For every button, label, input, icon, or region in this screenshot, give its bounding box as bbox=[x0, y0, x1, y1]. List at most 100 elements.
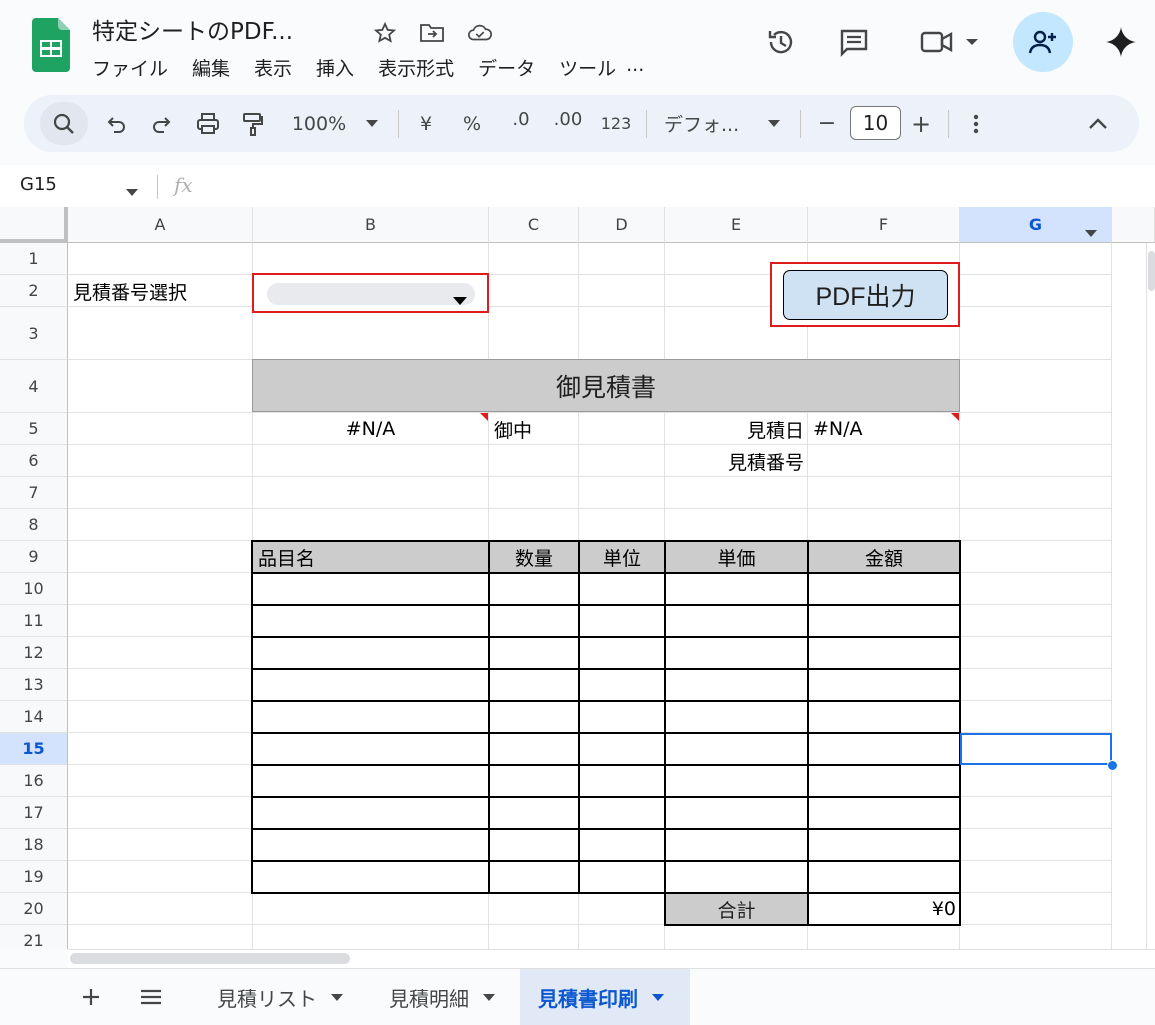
document-title[interactable]: 特定シートのPDF... bbox=[92, 12, 293, 46]
column-header-b[interactable]: B bbox=[253, 207, 489, 243]
font-dropdown-icon[interactable] bbox=[764, 95, 784, 152]
column-header-d[interactable]: D bbox=[579, 207, 665, 243]
row-header-15[interactable]: 15 bbox=[0, 733, 68, 765]
sheet-tab-estimate-list[interactable]: 見積リスト bbox=[202, 969, 370, 1025]
row-header-3[interactable]: 3 bbox=[0, 307, 68, 360]
row-header-8[interactable]: 8 bbox=[0, 509, 68, 541]
fx-icon: fx bbox=[174, 173, 193, 197]
decrease-decimal[interactable]: .0 bbox=[506, 95, 536, 152]
menu-data[interactable]: データ bbox=[478, 54, 535, 81]
all-sheets-icon[interactable] bbox=[138, 969, 164, 1025]
header-item-name: 品目名 bbox=[258, 547, 316, 570]
name-box[interactable]: G15 bbox=[20, 174, 57, 195]
font-size-decrease[interactable]: − bbox=[814, 95, 840, 152]
formula-input[interactable] bbox=[210, 172, 1140, 200]
paint-format-icon[interactable] bbox=[238, 95, 268, 152]
estimate-date-label: 見積日 bbox=[746, 419, 804, 442]
estimate-number-dropdown[interactable] bbox=[252, 273, 489, 313]
row-header-1[interactable]: 1 bbox=[0, 243, 68, 275]
row-header-14[interactable]: 14 bbox=[0, 701, 68, 733]
more-formats[interactable]: 123 bbox=[598, 95, 634, 152]
vertical-scrollbar[interactable] bbox=[1146, 243, 1155, 949]
move-folder-icon[interactable] bbox=[419, 20, 445, 46]
share-button[interactable] bbox=[1013, 12, 1073, 72]
sheet-grid[interactable]: A B C D E F G 1 2 3 4 5 6 7 8 9 10 11 12… bbox=[0, 207, 1155, 949]
menu-edit[interactable]: 編集 bbox=[192, 54, 230, 81]
sheet-tab-estimate-print[interactable]: 見積書印刷 bbox=[520, 969, 690, 1025]
cloud-saved-icon[interactable] bbox=[467, 20, 493, 46]
menu-file[interactable]: ファイル bbox=[92, 54, 168, 81]
menu-view[interactable]: 表示 bbox=[254, 54, 292, 81]
search-icon[interactable] bbox=[40, 102, 88, 145]
sheet-tab-label: 見積リスト bbox=[217, 986, 317, 1011]
row-header-18[interactable]: 18 bbox=[0, 829, 68, 861]
row-header-2[interactable]: 2 bbox=[0, 275, 68, 307]
zoom-select[interactable]: 100% bbox=[286, 95, 352, 152]
column-g-menu-icon[interactable] bbox=[1085, 222, 1097, 241]
row-header-17[interactable]: 17 bbox=[0, 797, 68, 829]
fill-handle[interactable] bbox=[1107, 760, 1118, 771]
undo-icon[interactable] bbox=[102, 95, 132, 152]
menu-tools[interactable]: ツール bbox=[559, 54, 616, 81]
history-icon[interactable] bbox=[763, 24, 799, 60]
spreadsheet-app: 特定シートのPDF... ファイル 編集 表示 挿入 表示形式 データ ツール … bbox=[0, 0, 1155, 1025]
comments-icon[interactable] bbox=[836, 24, 872, 60]
currency-format[interactable]: ¥ bbox=[414, 95, 438, 152]
menu-format[interactable]: 表示形式 bbox=[378, 54, 454, 81]
name-box-dropdown-icon[interactable] bbox=[126, 181, 138, 200]
zoom-dropdown-icon[interactable] bbox=[362, 95, 382, 152]
select-all-corner[interactable] bbox=[0, 207, 68, 243]
row-header-12[interactable]: 12 bbox=[0, 637, 68, 669]
decrease-decimal-label: .0 bbox=[512, 109, 530, 130]
font-select[interactable]: デフォ... bbox=[664, 95, 750, 152]
row-header-5[interactable]: 5 bbox=[0, 413, 68, 445]
dropdown-arrow-icon bbox=[453, 290, 467, 309]
row-header-19[interactable]: 19 bbox=[0, 861, 68, 893]
row-header-10[interactable]: 10 bbox=[0, 573, 68, 605]
row-header-6[interactable]: 6 bbox=[0, 445, 68, 477]
sheet-tab-bar: 見積リスト 見積明細 見積書印刷 bbox=[0, 968, 1155, 1025]
total-value: ¥0 bbox=[931, 898, 956, 920]
pdf-export-button[interactable]: PDF出力 bbox=[783, 270, 948, 320]
row-header-11[interactable]: 11 bbox=[0, 605, 68, 637]
error-marker bbox=[480, 413, 488, 421]
column-header-h[interactable] bbox=[1112, 207, 1155, 243]
print-icon[interactable] bbox=[192, 95, 224, 152]
sheet-tab-estimate-detail[interactable]: 見積明細 bbox=[374, 969, 514, 1025]
menu-more[interactable]: ... bbox=[626, 54, 644, 81]
font-size-input[interactable]: 10 bbox=[850, 106, 901, 140]
column-header-c[interactable]: C bbox=[489, 207, 579, 243]
increase-decimal[interactable]: .00 bbox=[552, 95, 584, 152]
selected-cell-g15[interactable] bbox=[960, 733, 1112, 765]
meet-icon[interactable] bbox=[917, 24, 957, 60]
row-header-21[interactable]: 21 bbox=[0, 925, 68, 949]
row-header-7[interactable]: 7 bbox=[0, 477, 68, 509]
redo-icon[interactable] bbox=[146, 95, 176, 152]
collapse-toolbar-icon[interactable] bbox=[1084, 95, 1112, 152]
row-header-4[interactable]: 4 bbox=[0, 360, 68, 413]
chevron-down-icon[interactable] bbox=[960, 24, 984, 60]
row-header-16[interactable]: 16 bbox=[0, 765, 68, 797]
toolbar: 100% ¥ % .0 .00 123 デフォ... − + bbox=[24, 95, 1139, 152]
sheet-tab-label: 見積書印刷 bbox=[538, 986, 638, 1011]
error-marker bbox=[951, 413, 959, 421]
header-amount: 金額 bbox=[864, 547, 903, 570]
star-icon[interactable] bbox=[372, 20, 398, 46]
add-sheet-icon[interactable] bbox=[78, 969, 104, 1025]
row-header-9[interactable]: 9 bbox=[0, 541, 68, 573]
menu-bar: ファイル 編集 表示 挿入 表示形式 データ ツール ... bbox=[92, 54, 668, 81]
column-header-f[interactable]: F bbox=[808, 207, 960, 243]
horizontal-scrollbar[interactable] bbox=[68, 949, 1155, 968]
more-vert-icon[interactable] bbox=[966, 95, 986, 152]
gemini-icon[interactable] bbox=[1103, 24, 1139, 60]
sheets-logo[interactable] bbox=[32, 18, 70, 72]
row-header-20[interactable]: 20 bbox=[0, 893, 68, 925]
column-header-a[interactable]: A bbox=[68, 207, 253, 243]
onchu-label: 御中 bbox=[494, 419, 533, 442]
header-unit-price: 単価 bbox=[717, 547, 756, 570]
percent-format[interactable]: % bbox=[460, 95, 484, 152]
font-size-increase[interactable]: + bbox=[908, 95, 934, 152]
menu-insert[interactable]: 挿入 bbox=[316, 54, 354, 81]
row-header-13[interactable]: 13 bbox=[0, 669, 68, 701]
column-header-e[interactable]: E bbox=[665, 207, 808, 243]
